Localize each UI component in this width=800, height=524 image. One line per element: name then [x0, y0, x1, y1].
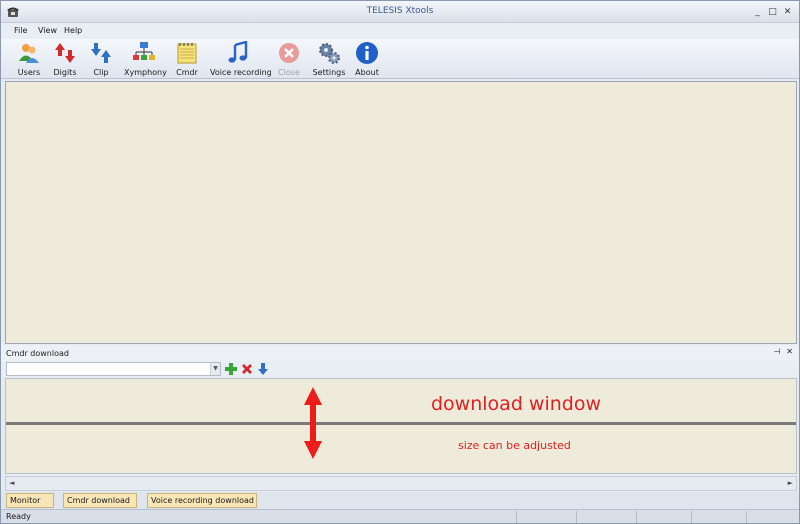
- digits-button[interactable]: Digits: [52, 41, 78, 79]
- clip-button[interactable]: Clip: [89, 41, 113, 79]
- status-bar: Ready: [1, 509, 799, 523]
- about-label: About: [355, 68, 379, 77]
- network-icon: [133, 42, 155, 60]
- settings-button[interactable]: Settings: [312, 41, 346, 79]
- menu-file[interactable]: File: [14, 26, 27, 35]
- users-button[interactable]: Users: [14, 41, 44, 79]
- download-panel-title: Cmdr download: [6, 349, 69, 358]
- main-toolbar: Users Digits Clip Xymphony Cmdr Voice re…: [1, 39, 799, 79]
- pin-icon[interactable]: ⊣: [773, 347, 780, 356]
- status-segment: [691, 511, 746, 523]
- maximize-button[interactable]: □: [765, 5, 780, 19]
- gears-icon: [319, 43, 340, 64]
- close-button[interactable]: Close: [277, 41, 301, 79]
- about-button[interactable]: About: [354, 41, 380, 79]
- status-segment: [636, 511, 691, 523]
- download-select[interactable]: ▼: [6, 362, 221, 376]
- panel-close-icon[interactable]: ✕: [786, 347, 793, 356]
- scroll-left-icon[interactable]: ◄: [9, 479, 14, 487]
- window-title: TELESIS Xtools: [366, 6, 434, 16]
- status-segment: [746, 511, 796, 523]
- users-label: Users: [17, 68, 41, 77]
- menu-bar: File View Help: [1, 23, 799, 39]
- horizontal-scrollbar[interactable]: ◄ ►: [5, 476, 797, 491]
- tab-cmdr-download[interactable]: Cmdr download: [63, 493, 137, 508]
- status-segment: [516, 511, 576, 523]
- download-arrow-icon[interactable]: [256, 362, 270, 376]
- tab-monitor[interactable]: Monitor: [6, 493, 54, 508]
- digits-label: Digits: [53, 68, 77, 77]
- resize-arrow-icon: [304, 387, 322, 459]
- notepad-icon: [177, 43, 197, 64]
- scroll-right-icon[interactable]: ►: [788, 479, 793, 487]
- users-icon: [19, 44, 39, 63]
- settings-label: Settings: [312, 68, 346, 77]
- status-segment: [576, 511, 636, 523]
- voice-recording-label: Voice recording: [210, 68, 272, 77]
- download-panel-toolbar: ▼: [1, 361, 799, 378]
- xymphony-button[interactable]: Xymphony: [124, 41, 167, 79]
- digits-arrows-icon: [55, 43, 75, 63]
- music-note-icon: [228, 41, 248, 63]
- voice-recording-button[interactable]: Voice recording: [210, 41, 272, 79]
- minimize-button[interactable]: _: [750, 5, 765, 19]
- status-text: Ready: [6, 512, 31, 521]
- close-window-button[interactable]: ✕: [780, 5, 795, 19]
- menu-view[interactable]: View: [38, 26, 57, 35]
- add-icon[interactable]: [224, 362, 238, 376]
- splitter[interactable]: [6, 422, 796, 425]
- close-label: Close: [278, 68, 300, 77]
- clip-arrows-icon: [91, 43, 111, 63]
- title-bar[interactable]: TELESIS Xtools _ □ ✕: [1, 1, 799, 23]
- close-circle-icon: [279, 43, 299, 63]
- tab-voice-recording-download[interactable]: Voice recording download: [147, 493, 257, 508]
- cmdr-label: Cmdr: [176, 68, 198, 77]
- size-annotation: size can be adjusted: [458, 439, 571, 452]
- download-window[interactable]: download window size can be adjusted: [5, 378, 797, 474]
- download-window-annotation: download window: [431, 393, 601, 415]
- cmdr-button[interactable]: Cmdr: [174, 41, 200, 79]
- xymphony-label: Xymphony: [124, 68, 167, 77]
- download-panel-header: Cmdr download ⊣ ✕: [1, 345, 799, 361]
- chevron-down-icon[interactable]: ▼: [210, 363, 220, 375]
- delete-icon[interactable]: [240, 362, 254, 376]
- bottom-tabs: Monitor Cmdr download Voice recording do…: [1, 492, 799, 509]
- menu-help[interactable]: Help: [64, 26, 82, 35]
- main-window: TELESIS Xtools _ □ ✕ File View Help User…: [0, 0, 800, 524]
- clip-label: Clip: [93, 68, 109, 77]
- info-icon: [356, 42, 378, 64]
- main-workspace[interactable]: [5, 81, 797, 344]
